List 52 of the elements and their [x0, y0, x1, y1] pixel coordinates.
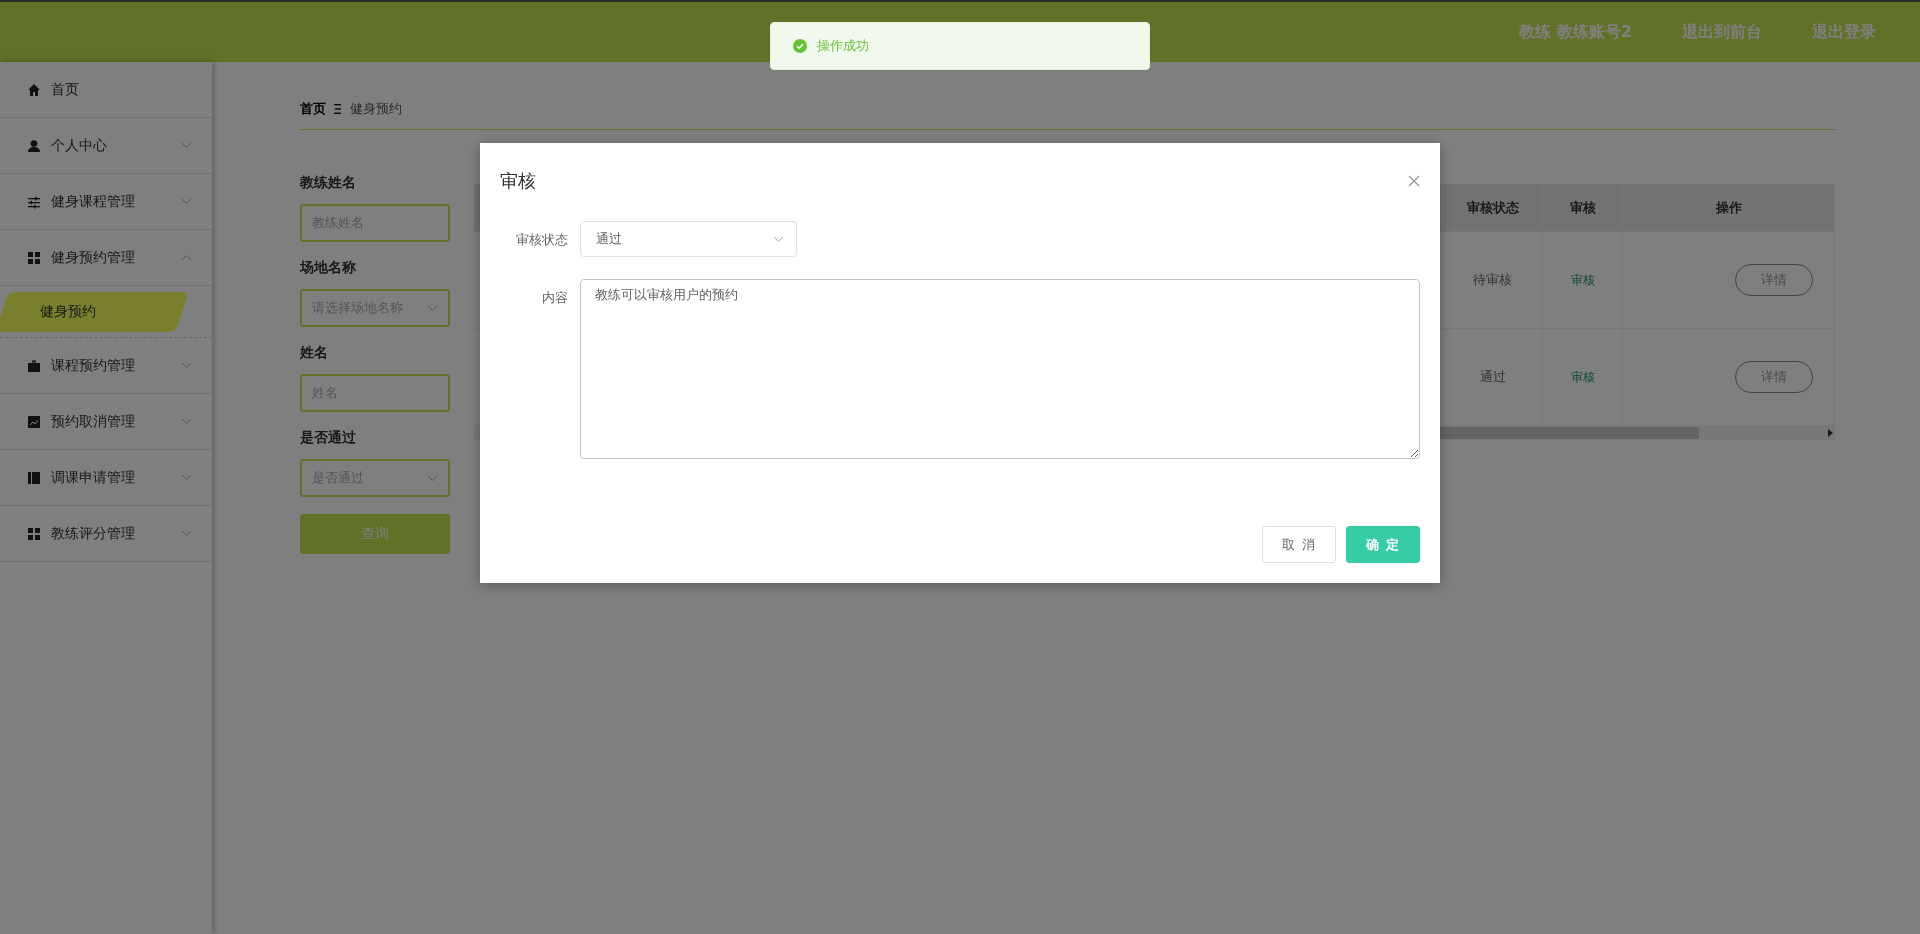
chevron-down-icon — [773, 235, 784, 243]
sidebar-item[interactable]: 调课申请管理 — [0, 450, 212, 506]
breadcrumb-item: 健身预约 — [350, 99, 402, 118]
column-header: 审核状态 — [1466, 198, 1519, 217]
chevron-down-icon — [181, 474, 192, 481]
chevron-down-icon — [427, 304, 438, 312]
grid-icon — [27, 526, 41, 541]
sidebar-item[interactable]: 个人中心 — [0, 118, 212, 174]
review-link[interactable]: 审核 — [1570, 271, 1595, 289]
toast-message: 操作成功 — [817, 37, 869, 55]
filter-label: 是否通过 — [300, 429, 357, 447]
separator-icon — [334, 103, 342, 114]
filter-label: 场地名称 — [300, 259, 357, 277]
sidebar-item[interactable]: 教练评分管理 — [0, 506, 212, 562]
book-icon — [27, 470, 41, 485]
chevron-down-icon — [181, 530, 192, 537]
chevron-down-icon — [181, 142, 192, 149]
status-select[interactable]: 通过 — [580, 221, 797, 257]
sidebar-item[interactable]: 首页 — [0, 62, 212, 118]
grid-icon — [27, 250, 41, 265]
sidebar-item[interactable]: 课程预约管理 — [0, 338, 212, 394]
chart-icon — [27, 414, 41, 429]
column-header: 操作 — [1715, 198, 1742, 217]
user-icon — [27, 138, 41, 153]
briefcase-icon — [27, 358, 41, 373]
sliders-icon — [27, 194, 41, 209]
table-cell: 通过 — [1479, 368, 1506, 386]
sidebar-item[interactable]: 预约取消管理 — [0, 394, 212, 450]
table-cell: 待审核 — [1473, 271, 1512, 289]
review-link[interactable]: 审核 — [1570, 368, 1595, 386]
chevron-up-icon — [181, 254, 192, 261]
cancel-button[interactable]: 取 消 — [1262, 526, 1336, 563]
chevron-down-icon — [181, 362, 192, 369]
close-icon[interactable] — [1408, 175, 1420, 187]
user-label: 教练 教练账号2 — [1519, 21, 1632, 43]
home-icon — [27, 82, 41, 97]
sidebar-subitem[interactable]: 健身预约 — [0, 291, 189, 332]
sidebar-item[interactable]: 健身课程管理 — [0, 174, 212, 230]
check-circle-icon — [793, 39, 807, 53]
dialog-title: 审核 — [500, 169, 536, 193]
chevron-down-icon — [181, 198, 192, 205]
form-label: 内容 — [541, 289, 568, 307]
column-header: 审核 — [1569, 198, 1596, 217]
filter-label: 教练姓名 — [300, 174, 357, 192]
filter-label: 姓名 — [300, 344, 329, 362]
content-field[interactable]: 教练可以审核用户的预约 — [580, 279, 1420, 459]
scroll-right-icon[interactable] — [1825, 428, 1835, 438]
chevron-down-icon — [427, 474, 438, 482]
form-label: 审核状态 — [515, 231, 568, 249]
breadcrumb-item[interactable]: 首页 — [300, 99, 326, 118]
chevron-down-icon — [181, 418, 192, 425]
sidebar-item[interactable]: 健身预约管理 — [0, 230, 212, 286]
